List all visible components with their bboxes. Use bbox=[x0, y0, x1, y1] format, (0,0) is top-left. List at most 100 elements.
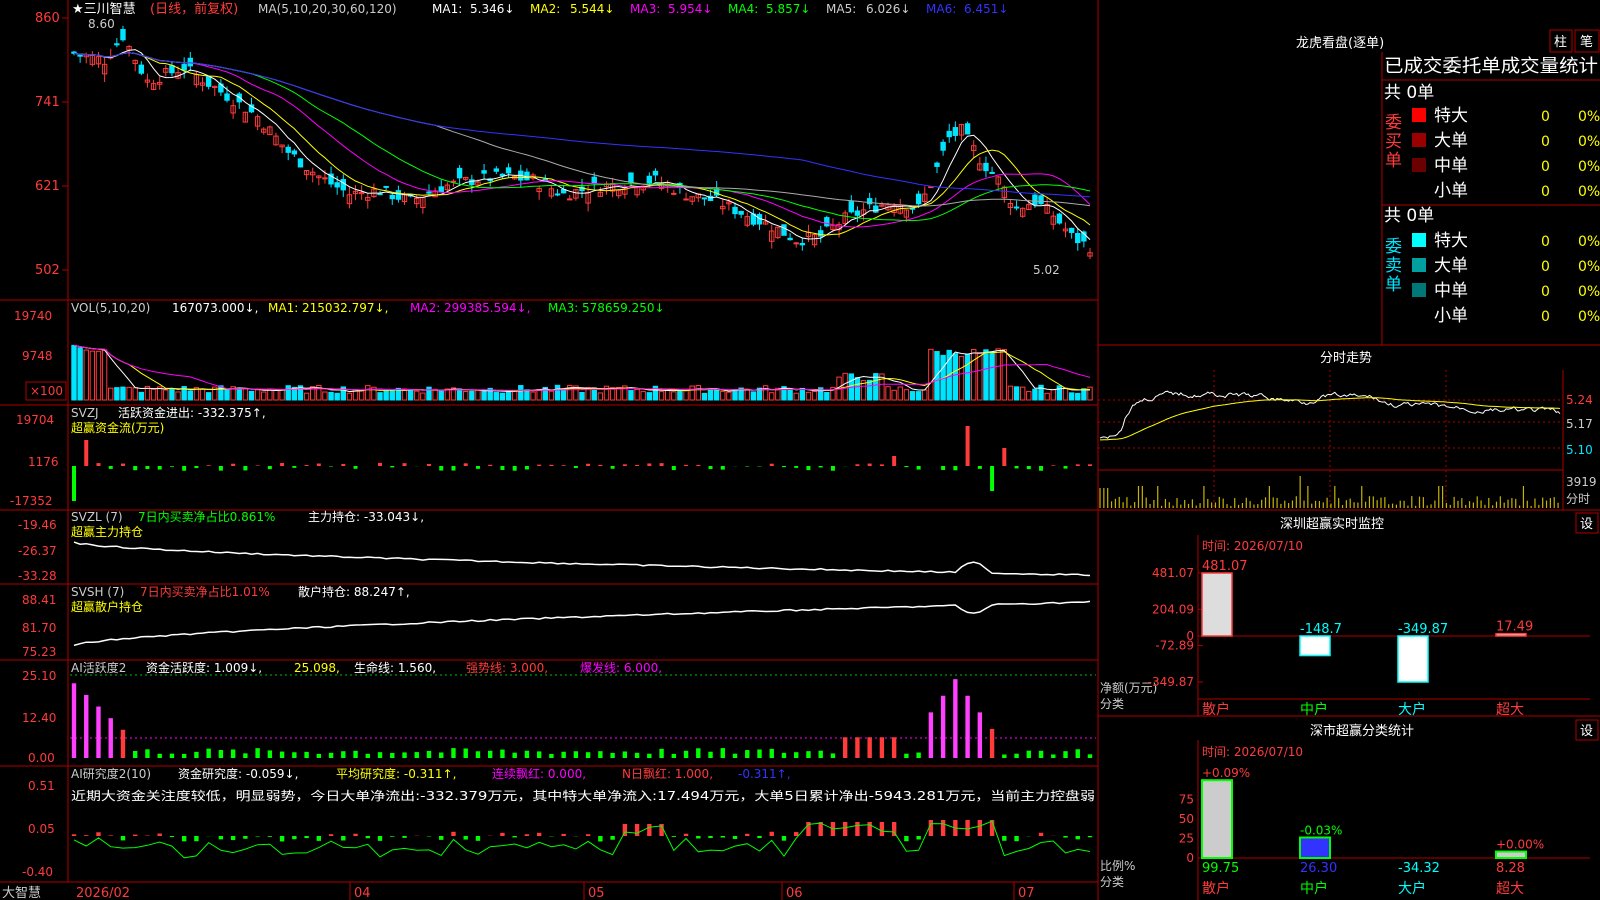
candle-body bbox=[114, 43, 120, 46]
svzj-bar bbox=[573, 466, 578, 468]
volume-bar bbox=[597, 392, 604, 401]
ai1-bar bbox=[120, 729, 126, 758]
lhb-sell-name-3: 小单 bbox=[1434, 306, 1468, 326]
ai1-bar bbox=[1026, 750, 1031, 758]
candle-body bbox=[285, 146, 291, 153]
ai1-bar bbox=[928, 712, 934, 758]
candle-body bbox=[683, 198, 689, 201]
volume-bar bbox=[261, 391, 267, 401]
volume-bar bbox=[475, 389, 481, 401]
svzj-bar bbox=[341, 464, 346, 466]
candle-body bbox=[481, 170, 487, 174]
svzj-bar bbox=[84, 440, 89, 466]
svzl-line bbox=[73, 541, 1091, 577]
svzj-bar bbox=[953, 466, 958, 471]
volume-bar bbox=[389, 390, 395, 401]
ai1-bar bbox=[794, 752, 799, 758]
vol-header: VOL(5,10,20) 167073.000↓, MA1: 215032.79… bbox=[14, 301, 665, 401]
ai2-bar bbox=[879, 822, 885, 836]
svsh-ratio: 7日内买卖净占比1.01% bbox=[140, 584, 270, 599]
candle-body bbox=[983, 162, 989, 172]
classify-ylabel: 比例% bbox=[1100, 859, 1135, 873]
volume-bar bbox=[530, 391, 536, 401]
ai1-bar bbox=[377, 752, 383, 758]
volume-bar bbox=[701, 392, 708, 401]
classify-panel: 深市超赢分类统计 设 时间: 2026/07/10 比例% 分类 75 50 25 0… bbox=[1100, 719, 1599, 897]
ai1-bar bbox=[71, 683, 77, 758]
ai1-bar bbox=[414, 752, 419, 758]
volume-bar bbox=[536, 389, 542, 401]
ai2-bar bbox=[757, 836, 762, 839]
lhb-buy-name-0: 特大 bbox=[1434, 106, 1468, 126]
classify-top-3: +0.00% bbox=[1496, 838, 1544, 852]
svzj-bar bbox=[855, 464, 860, 466]
candle-body bbox=[934, 162, 940, 167]
lhb-buy-name-3: 小单 bbox=[1434, 181, 1468, 201]
candle-body bbox=[646, 175, 653, 184]
ai2-bar bbox=[71, 834, 77, 836]
svzj-bar bbox=[904, 466, 909, 468]
svzj-tick-2: -17352 bbox=[10, 494, 53, 508]
lhb-buy-label-char-2: 单 bbox=[1385, 151, 1402, 171]
lhb-title: 龙虎看盘(逐单) bbox=[1296, 35, 1384, 51]
candle-body bbox=[340, 179, 347, 191]
svzj-bar bbox=[549, 464, 554, 466]
volume-bar bbox=[83, 349, 89, 401]
svzj-tick-0: 19704 bbox=[16, 413, 54, 427]
ai1-tick-0: 25.10 bbox=[22, 669, 56, 683]
candle-body bbox=[824, 217, 830, 227]
svzj-bar bbox=[794, 466, 799, 468]
candle-body bbox=[181, 64, 187, 71]
ai1-bar bbox=[181, 753, 187, 758]
ai1-bar bbox=[524, 750, 530, 758]
svzj-bar bbox=[304, 465, 309, 466]
volume-bar bbox=[169, 388, 175, 401]
svsh-value: 散户持仓: 88.247↑, bbox=[298, 584, 410, 599]
stock-chart-canvas[interactable]: ★三川智慧 (日线，前复权) MA(5,10,20,30,60,120) MA1… bbox=[0, 0, 1600, 900]
ai1-bar bbox=[647, 753, 652, 758]
ai2-bar bbox=[610, 836, 615, 840]
intraday-tick-2: 5.10 bbox=[1566, 443, 1593, 457]
ai1-bar bbox=[536, 751, 542, 758]
ai1-bar bbox=[1087, 754, 1093, 758]
volume-bar bbox=[518, 385, 524, 401]
ai1-bar bbox=[426, 750, 432, 758]
volume-bar bbox=[138, 391, 145, 401]
ai1-bar bbox=[1063, 751, 1068, 758]
ai2-bar bbox=[377, 836, 383, 841]
candle-body bbox=[652, 170, 659, 176]
svzj-bar bbox=[1014, 466, 1019, 469]
lhb-buy-swatch-2 bbox=[1412, 158, 1426, 172]
svzj-bar bbox=[133, 466, 138, 471]
svzj-bar bbox=[1088, 464, 1092, 466]
volume-bar bbox=[132, 387, 138, 401]
candle-body bbox=[799, 242, 806, 246]
volume-bar bbox=[505, 391, 512, 401]
volume-bar bbox=[334, 392, 340, 401]
ai1-bar bbox=[818, 750, 823, 758]
svzl-value: 主力持仓: -33.043↓, bbox=[308, 509, 424, 524]
volume-bar bbox=[420, 392, 426, 401]
price-header: ★三川智慧 (日线，前复权) MA(5,10,20,30,60,120) MA1… bbox=[72, 1, 1008, 17]
svsh-tick-2: 75.23 bbox=[22, 645, 56, 659]
svzj-bar bbox=[500, 466, 505, 470]
lhb-tab-bar-label: 柱 bbox=[1554, 35, 1567, 50]
volume-bar bbox=[1001, 349, 1008, 401]
ai1-bar bbox=[145, 749, 150, 758]
lhb-buy-count-0: 0 bbox=[1541, 109, 1550, 125]
svzj-bar bbox=[1026, 466, 1031, 470]
ma6-label: MA6: bbox=[926, 2, 956, 16]
ai2-bar bbox=[279, 836, 285, 842]
ai2-bars bbox=[71, 820, 1093, 859]
volume-bars bbox=[71, 344, 1093, 401]
volume-bar bbox=[787, 388, 793, 401]
ai2-bar bbox=[867, 822, 872, 836]
volume-bar bbox=[664, 390, 671, 401]
volume-bar bbox=[254, 389, 261, 401]
svzl-tick-2: -33.28 bbox=[18, 569, 57, 583]
ai2-bar bbox=[463, 836, 468, 840]
ma3-value: 5.954↓ bbox=[668, 2, 712, 16]
volume-bar bbox=[71, 344, 77, 401]
volume-bar bbox=[150, 388, 157, 401]
svzj-bar bbox=[439, 466, 444, 471]
